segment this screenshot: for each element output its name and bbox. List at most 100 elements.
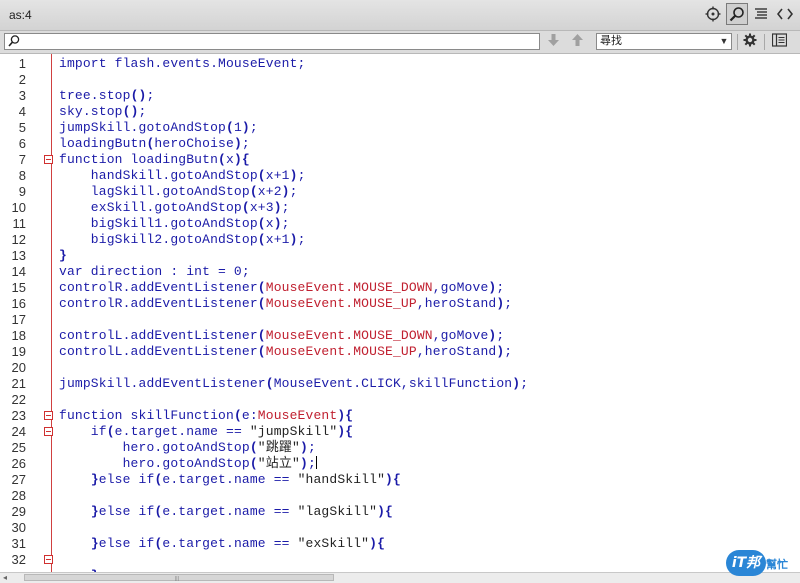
line-number: 16 (11, 296, 26, 311)
code-token: e.target.name == (162, 536, 298, 551)
code-line[interactable]: function skillFunction(e:MouseEvent){ (59, 408, 353, 424)
code-editor[interactable]: 1 2 3 4 5 6 7 8 9 10 11 12 13 14 15 16 17 18 19 20 21 22 23 24 2… (0, 54, 800, 572)
line-number: 25 (11, 440, 26, 455)
search-icon[interactable] (726, 3, 748, 25)
line-number-gutter: 1 2 3 4 5 6 7 8 9 10 11 12 13 14 15 16 17 18 19 20 21 22 23 24 2… (0, 54, 53, 572)
code-token: loadingButn (59, 136, 147, 151)
code-token: ( (257, 232, 266, 247)
scrollbar-thumb[interactable]: ||| (24, 574, 334, 582)
code-line[interactable]: }else if(e.target.name == "exSkill"){ (59, 536, 385, 552)
find-bar: 尋找 ▼ (0, 31, 800, 54)
code-line[interactable]: controlL.addEventListener(MouseEvent.MOU… (59, 344, 512, 360)
scroll-left-icon[interactable]: ◂ (3, 573, 7, 582)
search-input[interactable] (4, 33, 540, 50)
code-token: ; (281, 216, 290, 231)
code-token: ) (300, 440, 308, 455)
code-token: x (265, 216, 274, 231)
code-line[interactable]: function loadingButn(x){ (59, 152, 250, 168)
code-token: ; (307, 456, 316, 471)
code-line[interactable]: var direction : int = 0; (59, 264, 250, 280)
code-line[interactable]: bigSkill2.gotoAndStop(x+1); (59, 232, 306, 248)
code-line[interactable]: import flash.events.MouseEvent; (59, 56, 306, 72)
arrow-down-icon[interactable] (548, 34, 559, 49)
line-number: 3 (18, 88, 26, 103)
fold-toggle-icon[interactable] (44, 411, 53, 420)
panel-icon[interactable] (771, 33, 788, 50)
code-token: ) (273, 200, 282, 215)
code-line[interactable]: loadingButn(heroChoise); (59, 136, 250, 152)
code-token: ) (377, 504, 386, 519)
code-token: e.target.name == (162, 472, 298, 487)
horizontal-scrollbar[interactable]: ◂ ||| (0, 572, 800, 583)
code-token: x+1 (265, 168, 290, 183)
code-line[interactable]: controlR.addEventListener(MouseEvent.MOU… (59, 280, 504, 296)
code-line[interactable]: } (59, 248, 67, 264)
search-icon (8, 34, 20, 51)
code-token: } (90, 504, 99, 519)
fold-toggle-icon[interactable] (44, 555, 53, 564)
code-line[interactable]: hero.gotoAndStop("跳躍"); (59, 440, 316, 456)
format-icon[interactable] (750, 3, 772, 25)
code-token: } (59, 248, 67, 263)
code-token: { (241, 152, 250, 167)
code-token: ) (233, 136, 242, 151)
line-number: 32 (11, 552, 26, 567)
divider (737, 34, 738, 50)
gear-icon[interactable] (743, 33, 757, 50)
code-line[interactable]: controlL.addEventListener(MouseEvent.MOU… (59, 328, 504, 344)
code-line[interactable]: controlR.addEventListener(MouseEvent.MOU… (59, 296, 512, 312)
code-token: ; (520, 376, 529, 391)
code-line[interactable]: jumpSkill.addEventListener(MouseEvent.CL… (59, 376, 528, 392)
code-line[interactable]: if(e.target.name == "jumpSkill"){ (59, 424, 353, 440)
fold-toggle-icon[interactable] (44, 155, 53, 164)
code-token: "lagSkill" (297, 504, 378, 519)
code-token: ; (281, 200, 290, 215)
code-token: ( (106, 424, 115, 439)
code-line[interactable]: jumpSkill.gotoAndStop(1); (59, 120, 258, 136)
code-token: jumpSkill.gotoAndStop (59, 120, 226, 135)
code-token: ; (307, 440, 316, 455)
code-token: ; (241, 136, 250, 151)
code-line[interactable]: handSkill.gotoAndStop(x+1); (59, 168, 306, 184)
code-line[interactable]: lagSkill.gotoAndStop(x+2); (59, 184, 298, 200)
code-token: ; (289, 184, 298, 199)
line-number: 26 (11, 456, 26, 471)
line-number: 21 (11, 376, 26, 391)
code-line[interactable]: exSkill.gotoAndStop(x+3); (59, 200, 290, 216)
text-cursor (315, 456, 317, 469)
code-token: ( (218, 152, 226, 167)
code-token: else if (98, 536, 155, 551)
fold-toggle-icon[interactable] (44, 427, 53, 436)
line-number: 2 (18, 72, 26, 87)
grip-icon: ||| (175, 576, 179, 582)
code-token: ( (249, 440, 258, 455)
find-mode-select[interactable]: 尋找 ▼ (596, 33, 732, 50)
line-number: 4 (18, 104, 26, 119)
code-line[interactable]: tree.stop(); (59, 88, 154, 104)
title-bar: as:4 (0, 0, 800, 31)
code-line[interactable]: hero.gotoAndStop("站立"); (59, 456, 317, 472)
gutter-divider (51, 54, 52, 572)
code-line[interactable]: sky.stop(); (59, 104, 146, 120)
logo-subtext: 幫忙 (766, 559, 788, 571)
code-token: ; (297, 232, 306, 247)
target-icon[interactable] (702, 3, 724, 25)
code-token: "跳躍" (257, 440, 300, 455)
code-line[interactable]: }else if(e.target.name == "handSkill"){ (59, 472, 401, 488)
code-token: ( (249, 184, 258, 199)
code-token: ) (369, 536, 378, 551)
code-hint-icon[interactable] (774, 3, 796, 25)
code-token: ; (496, 328, 505, 343)
code-token: x+2 (257, 184, 282, 199)
arrow-up-icon[interactable] (572, 34, 583, 49)
code-token: ( (233, 408, 242, 423)
code-token: ) (512, 376, 521, 391)
tab-title[interactable]: as:4 (9, 8, 32, 22)
code-line[interactable]: bigSkill1.gotoAndStop(x); (59, 216, 290, 232)
code-token: e: (241, 408, 258, 423)
line-number: 1 (18, 56, 26, 71)
line-number: 28 (11, 488, 26, 503)
code-line[interactable]: }else if(e.target.name == "lagSkill"){ (59, 504, 393, 520)
chevron-down-icon: ▼ (719, 36, 729, 46)
